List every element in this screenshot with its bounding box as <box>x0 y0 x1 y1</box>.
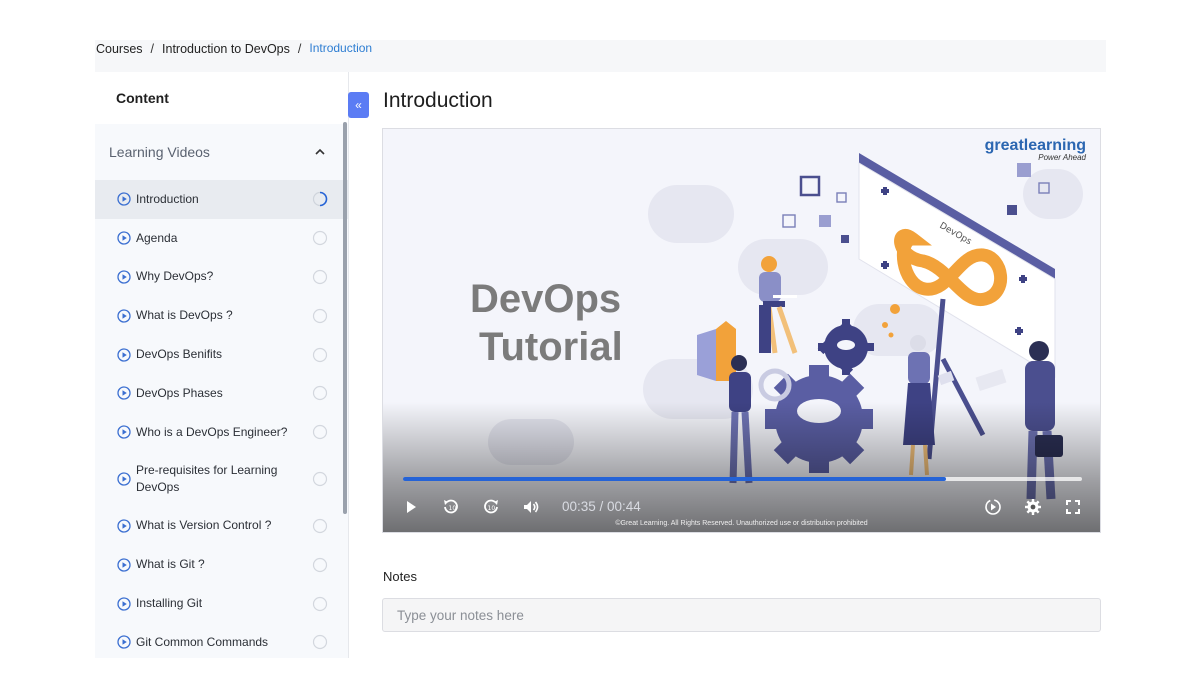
volume-icon[interactable] <box>519 495 543 519</box>
notes-label: Notes <box>383 569 417 584</box>
lesson-label: What is Version Control ? <box>136 518 272 533</box>
page-title: Introduction <box>383 89 493 112</box>
content-sidebar: Content Learning Videos Introduction Agen… <box>95 72 349 658</box>
status-circle-icon <box>312 471 328 487</box>
play-circle-icon <box>117 425 131 439</box>
video-copyright: ©Great Learning. All Rights Reserved. Un… <box>615 520 868 527</box>
status-circle-icon <box>312 308 328 323</box>
play-icon[interactable] <box>399 495 423 519</box>
breadcrumb-separator: / <box>150 42 155 56</box>
lesson-item[interactable]: Git Common Commands <box>95 623 348 658</box>
brand-logo: greatlearning Power Ahead <box>985 137 1086 162</box>
status-circle-icon <box>312 635 328 650</box>
slide-title-line-1: DevOps <box>470 277 622 321</box>
breadcrumb-separator: / <box>297 42 302 56</box>
video-player[interactable]: DevOps DevOps Tutorial greatlearning Pow… <box>382 128 1101 533</box>
breadcrumb-course[interactable]: Introduction to DevOps <box>162 42 290 56</box>
video-progress-fill <box>403 477 947 481</box>
sidebar-scrollbar[interactable] <box>343 122 347 514</box>
lesson-item[interactable]: What is DevOps ? <box>95 296 348 335</box>
lesson-label: Installing Git <box>136 596 203 611</box>
sidebar-title: Content <box>95 72 348 124</box>
settings-gear-icon[interactable] <box>1021 495 1045 519</box>
play-circle-icon <box>117 270 131 284</box>
chevron-up-icon <box>315 148 325 155</box>
lesson-label: What is Git ? <box>136 557 205 572</box>
lesson-label: Git Common Commands <box>136 634 269 649</box>
svg-text:10: 10 <box>488 505 496 512</box>
play-circle-icon <box>117 472 131 486</box>
play-circle-icon <box>117 192 131 207</box>
lesson-item[interactable]: DevOps Phases <box>95 374 348 413</box>
forward-10-icon[interactable]: 10 <box>479 495 503 519</box>
collapse-sidebar-button[interactable]: « <box>348 92 369 118</box>
status-circle-icon <box>312 518 328 534</box>
lesson-item[interactable]: Why DevOps? <box>95 258 348 297</box>
lesson-list: Introduction Agenda Why DevOps? What is Dev… <box>95 180 348 658</box>
fullscreen-icon[interactable] <box>1061 495 1085 519</box>
section-learning-videos[interactable]: Learning Videos <box>95 124 348 180</box>
play-circle-icon <box>117 558 131 572</box>
lesson-item[interactable]: What is Version Control ? <box>95 507 348 546</box>
section-label: Learning Videos <box>109 144 210 160</box>
slide-title-line-2: Tutorial <box>479 325 623 369</box>
lesson-item[interactable]: Agenda <box>95 219 348 258</box>
play-circle-icon <box>117 519 131 533</box>
status-circle-icon <box>312 386 328 401</box>
status-circle-icon <box>312 596 328 611</box>
lesson-item[interactable]: Introduction <box>95 180 348 219</box>
status-circle-icon <box>312 347 328 362</box>
lesson-label: What is DevOps ? <box>136 308 233 323</box>
play-circle-icon <box>117 596 131 611</box>
play-circle-icon <box>117 231 131 245</box>
status-circle-icon <box>312 557 328 572</box>
lesson-item[interactable]: Who is a DevOps Engineer? <box>95 413 348 452</box>
lesson-label: Pre-requisites for Learning DevOps <box>136 463 278 495</box>
video-time: 00:35 / 00:44 <box>562 499 641 514</box>
lesson-item[interactable]: What is Git ? <box>95 545 348 584</box>
lesson-item[interactable]: DevOps Benifits <box>95 335 348 374</box>
lesson-label: DevOps Phases <box>136 385 223 400</box>
status-circle-icon <box>312 231 328 246</box>
lesson-item[interactable]: Installing Git <box>95 584 348 623</box>
play-circle-icon <box>117 635 131 650</box>
lesson-label: Who is a DevOps Engineer? <box>136 424 288 439</box>
lesson-label: DevOps Benifits <box>136 347 223 362</box>
breadcrumb: Courses / Introduction to DevOps / Intro… <box>96 41 372 57</box>
lesson-label: Agenda <box>136 230 178 245</box>
notes-input[interactable] <box>382 598 1101 632</box>
playback-speed-icon[interactable] <box>981 495 1005 519</box>
lesson-label: Why DevOps? <box>136 269 214 284</box>
progress-ring-icon <box>312 192 328 207</box>
lesson-item[interactable]: Pre-requisites for Learning DevOps <box>95 452 348 507</box>
video-controls: 10 10 00:35 / 00:44 <box>383 495 1100 519</box>
breadcrumb-courses[interactable]: Courses <box>96 42 143 56</box>
rewind-10-icon[interactable]: 10 <box>439 495 463 519</box>
play-circle-icon <box>117 347 131 362</box>
lesson-label: Introduction <box>136 191 199 206</box>
svg-text:10: 10 <box>449 505 457 512</box>
play-circle-icon <box>117 309 131 323</box>
status-circle-icon <box>312 425 328 440</box>
breadcrumb-current: Introduction <box>309 41 373 55</box>
video-progress-bar[interactable] <box>403 477 1082 481</box>
play-circle-icon <box>117 386 131 401</box>
status-circle-icon <box>312 269 328 285</box>
